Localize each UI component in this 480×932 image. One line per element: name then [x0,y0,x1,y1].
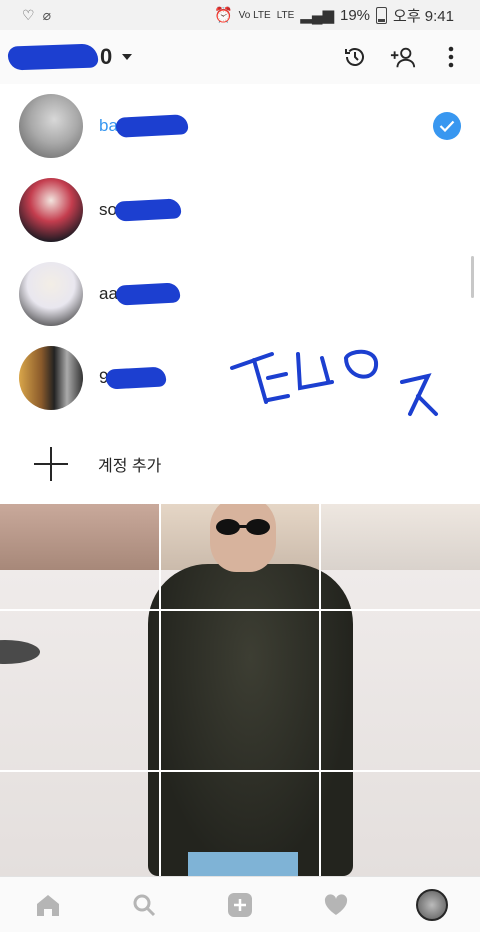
avatar [416,888,448,921]
archive-history-icon[interactable] [342,44,368,70]
volte-indicator: Vo LTE [238,9,271,21]
background-building [320,504,480,574]
activity-heart-icon[interactable] [316,885,356,925]
battery-percent: 19% [340,6,371,24]
avatar [19,262,83,326]
app-header: 0 [0,30,480,84]
redacted-username [105,366,167,390]
redacted-username [115,282,181,306]
redacted-username [114,198,182,222]
heart-notification-icon: ♡ [22,6,35,23]
sunglasses [216,519,270,535]
more-options-icon[interactable] [438,44,464,70]
grid-line [0,770,480,772]
account-item[interactable]: ba [0,84,480,168]
status-bar: ♡ ⌀ ⏰ Vo LTE LTE ▂▄▆ 19% 오후 9:41 [0,0,480,30]
profile-tab[interactable] [412,885,452,925]
post-photo[interactable] [0,504,480,876]
alarm-icon: ⏰ [213,7,233,24]
jeans [188,852,298,876]
chevron-down-icon[interactable] [122,54,133,60]
add-account-label: 계정 추가 [98,458,162,475]
account-item[interactable]: aa [0,252,480,336]
grid-line [319,504,321,876]
grid-line [0,609,480,611]
plus-icon [34,447,68,481]
checkmark-icon [433,112,461,140]
clock: 오후 9:41 [393,7,454,25]
account-item[interactable]: so [0,168,480,252]
avatar [19,94,83,158]
network-type: LTE [276,9,295,21]
grid-line [159,504,161,876]
background-building [0,504,160,574]
pill-notification-icon: ⌀ [42,6,51,23]
redacted-username [7,43,99,71]
search-icon[interactable] [124,885,164,925]
avatar [19,178,83,242]
signal-icon: ▂▄▆ [300,7,334,24]
add-person-icon[interactable] [390,44,416,70]
notification-icons: ♡ ⌀ [0,7,51,24]
avatar [19,346,83,410]
battery-icon [376,6,388,24]
redacted-username [115,114,189,138]
username-suffix: 0 [100,44,113,69]
add-account-button[interactable]: 계정 추가 [0,422,480,506]
bottom-navigation [0,876,480,932]
add-post-icon[interactable] [220,885,260,925]
person-head [210,504,276,572]
scrollbar[interactable] [471,256,474,298]
account-switcher[interactable]: 0 [7,43,133,71]
handwritten-annotation [230,349,438,416]
home-icon[interactable] [28,885,68,925]
